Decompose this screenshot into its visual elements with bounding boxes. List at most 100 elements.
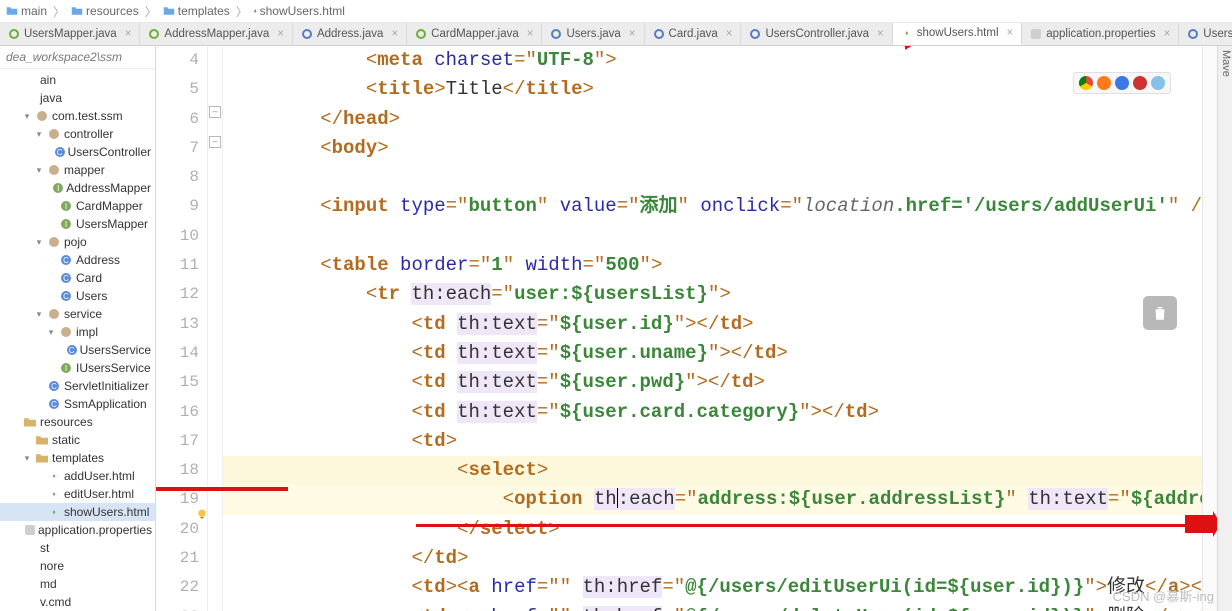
tree-node-application-properties[interactable]: application.properties xyxy=(0,521,155,539)
tree-node-impl[interactable]: ▾impl xyxy=(0,323,155,341)
chrome-icon[interactable] xyxy=(1079,76,1093,90)
tree-node-IUsersService[interactable]: IIUsersService xyxy=(0,359,155,377)
code-line-8[interactable] xyxy=(223,163,1202,192)
code-line-19[interactable]: <option th:each="address:${user.addressL… xyxy=(223,485,1202,514)
tab-Card-java[interactable]: Card.java× xyxy=(645,23,742,45)
close-icon[interactable]: × xyxy=(726,28,733,40)
close-icon[interactable]: × xyxy=(1164,28,1171,40)
code-line-9[interactable]: <input type="button" value="添加" onclick=… xyxy=(223,192,1202,221)
code-line-7[interactable]: <body> xyxy=(223,134,1202,163)
code-line-17[interactable]: <td> xyxy=(223,427,1202,456)
maven-tool-button[interactable]: Mave xyxy=(1217,46,1232,611)
tree-twisty[interactable]: ▾ xyxy=(22,111,32,122)
close-icon[interactable]: × xyxy=(527,28,534,40)
tab-UsersController-java[interactable]: UsersController.java× xyxy=(741,23,892,45)
code-line-10[interactable] xyxy=(223,222,1202,251)
tree-node-Users[interactable]: CUsers xyxy=(0,287,155,305)
tree-node-label: templates xyxy=(52,451,104,465)
tree-node-UsersService[interactable]: CUsersService xyxy=(0,341,155,359)
tab-UsersMapper-java[interactable]: UsersMapper.java × xyxy=(0,23,140,45)
tab-showUsers-html[interactable]: ⬪showUsers.html× xyxy=(893,23,1023,45)
tree-twisty[interactable]: ▾ xyxy=(34,165,44,176)
tree-node-Address[interactable]: CAddress xyxy=(0,251,155,269)
project-tree[interactable]: ainjava▾com.test.ssm▾controllerCUsersCon… xyxy=(0,69,155,611)
tree-node-SsmApplication[interactable]: CSsmApplication xyxy=(0,395,155,413)
tree-node-UsersMapper[interactable]: IUsersMapper xyxy=(0,215,155,233)
close-icon[interactable]: × xyxy=(877,28,884,40)
tab-application-properties[interactable]: application.properties× xyxy=(1022,23,1179,45)
pkg-icon xyxy=(47,129,61,139)
code-line-21[interactable]: </td> xyxy=(223,544,1202,573)
tree-twisty[interactable]: ▾ xyxy=(46,327,56,338)
tree-node-com-test-ssm[interactable]: ▾com.test.ssm xyxy=(0,107,155,125)
tree-twisty[interactable]: ▾ xyxy=(34,237,44,248)
code-line-16[interactable]: <td th:text="${user.card.category}"></td… xyxy=(223,398,1202,427)
code-line-20[interactable]: </select> xyxy=(223,515,1202,544)
code-line-22[interactable]: <td><a href="" th:href="@{/users/editUse… xyxy=(223,573,1202,602)
tree-node-label: showUsers.html xyxy=(64,505,149,519)
tree-node-service[interactable]: ▾service xyxy=(0,305,155,323)
opera-icon[interactable] xyxy=(1133,76,1147,90)
trash-icon[interactable] xyxy=(1143,296,1177,330)
tree-node-mapper[interactable]: ▾mapper xyxy=(0,161,155,179)
tree-node-AddressMapper[interactable]: IAddressMapper xyxy=(0,179,155,197)
tree-node-templates[interactable]: ▾ templates xyxy=(0,449,155,467)
close-icon[interactable]: × xyxy=(125,28,132,40)
edge-icon[interactable] xyxy=(1151,76,1165,90)
code-line-5[interactable]: <title>Title</title> xyxy=(223,75,1202,104)
fold-marker[interactable]: – xyxy=(209,106,221,118)
tree-node-label: st xyxy=(40,541,49,555)
code-line-6[interactable]: </head> xyxy=(223,105,1202,134)
tree-twisty[interactable]: ▾ xyxy=(22,453,32,464)
chevron-right-icon: 〉 xyxy=(236,3,248,20)
code-line-11[interactable]: <table border="1" width="500"> xyxy=(223,251,1202,280)
code-line-14[interactable]: <td th:text="${user.uname}"></td> xyxy=(223,339,1202,368)
tab-Users-java[interactable]: Users.java× xyxy=(542,23,644,45)
tree-node-addUser-html[interactable]: ⬪addUser.html xyxy=(0,467,155,485)
tree-node-v-cmd[interactable]: v.cmd xyxy=(0,593,155,611)
tree-node-ServletInitializer[interactable]: CServletInitializer xyxy=(0,377,155,395)
close-icon[interactable]: × xyxy=(277,28,284,40)
tab-AddressMapper-java[interactable]: AddressMapper.java× xyxy=(140,23,293,45)
close-icon[interactable]: × xyxy=(1007,27,1014,39)
code-line-4[interactable]: <meta charset="UTF-8"> xyxy=(223,46,1202,75)
breadcrumb-item-main[interactable]: main xyxy=(6,4,47,18)
code-line-23[interactable]: <td><a href="" th:href="@{/users/deleteU… xyxy=(223,603,1202,611)
fold-gutter[interactable]: – – xyxy=(208,46,223,611)
tab-CardMapper-java[interactable]: CardMapper.java× xyxy=(407,23,542,45)
tree-node-CardMapper[interactable]: ICardMapper xyxy=(0,197,155,215)
breadcrumb-item-templates[interactable]: templates xyxy=(163,4,230,18)
breadcrumb-item-resources[interactable]: resources xyxy=(71,4,139,18)
tree-node-static[interactable]: static xyxy=(0,431,155,449)
tree-twisty[interactable]: ▾ xyxy=(34,309,44,320)
breadcrumb-item-file[interactable]: ⬪showUsers.html xyxy=(254,4,345,18)
tab-Address-java[interactable]: Address.java× xyxy=(293,23,407,45)
close-icon[interactable]: × xyxy=(629,28,636,40)
tab-UsersService-java[interactable]: UsersService.java× xyxy=(1179,23,1232,45)
tree-twisty[interactable]: ▾ xyxy=(34,129,44,140)
tree-node-md[interactable]: md xyxy=(0,575,155,593)
code-line-18[interactable]: <select> xyxy=(223,456,1202,485)
code-line-15[interactable]: <td th:text="${user.pwd}"></td> xyxy=(223,368,1202,397)
tree-node-Card[interactable]: CCard xyxy=(0,269,155,287)
line-number: 14 xyxy=(156,339,199,368)
tree-node-UsersController[interactable]: CUsersController xyxy=(0,143,155,161)
tree-node-st[interactable]: st xyxy=(0,539,155,557)
code-line-12[interactable]: <tr th:each="user:${usersList}"> xyxy=(223,280,1202,309)
fold-marker[interactable]: – xyxy=(209,136,221,148)
tree-node-showUsers-html[interactable]: ⬪showUsers.html xyxy=(0,503,155,521)
code-line-13[interactable]: <td th:text="${user.id}"></td> xyxy=(223,310,1202,339)
close-icon[interactable]: × xyxy=(391,28,398,40)
code-editor[interactable]: 4567891011121314151617181920212223 – – <… xyxy=(156,46,1217,611)
tab-label: UsersMapper.java xyxy=(24,28,117,40)
tree-node-java[interactable]: java xyxy=(0,89,155,107)
intention-bulb-icon[interactable] xyxy=(196,508,208,520)
tree-node-nore[interactable]: nore xyxy=(0,557,155,575)
tree-node-resources[interactable]: resources xyxy=(0,413,155,431)
safari-icon[interactable] xyxy=(1115,76,1129,90)
tree-node-pojo[interactable]: ▾pojo xyxy=(0,233,155,251)
tree-node-ain[interactable]: ain xyxy=(0,71,155,89)
firefox-icon[interactable] xyxy=(1097,76,1111,90)
tree-node-editUser-html[interactable]: ⬪editUser.html xyxy=(0,485,155,503)
tree-node-controller[interactable]: ▾controller xyxy=(0,125,155,143)
